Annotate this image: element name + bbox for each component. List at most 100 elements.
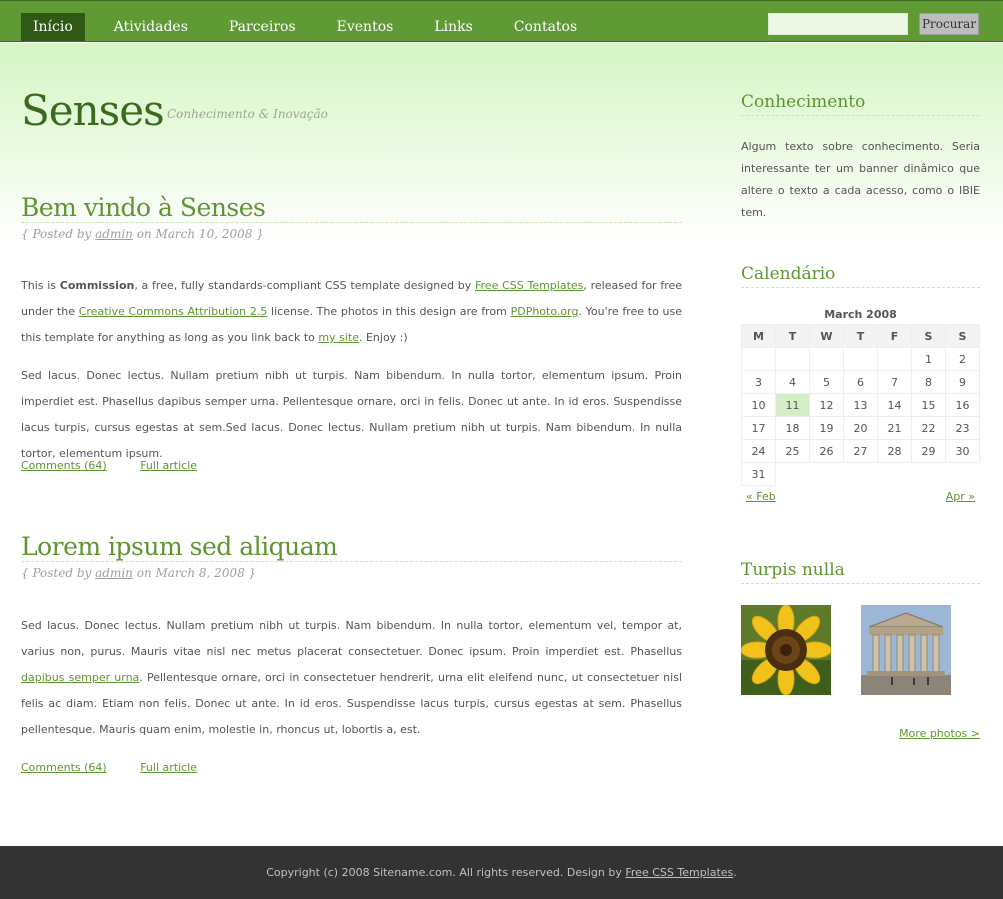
calendar-day: 6 — [843, 370, 878, 394]
calendar-table: MTWTFSS 1 2 3 4 5 6 7 8 9 10 11 12 13 14 15 16 17 18 19 20 2… — [741, 324, 980, 486]
calendar-day: 31 — [741, 462, 776, 486]
menu-item-atividades[interactable]: Atividades — [102, 13, 200, 41]
byline-date: on March 10, 2008 } — [132, 227, 264, 241]
calendar-day: 14 — [877, 393, 912, 417]
calendar-day-header: S — [945, 324, 980, 348]
calendar-day — [776, 463, 810, 486]
full-article-link[interactable]: Full article — [140, 761, 197, 774]
pdphoto-link[interactable]: PDPhoto.org — [511, 305, 579, 318]
full-article-link[interactable]: Full article — [140, 459, 197, 472]
search-button[interactable]: Procurar — [919, 13, 979, 35]
calendar-day — [877, 347, 912, 371]
calendar-day: 10 — [741, 393, 776, 417]
calendar-day: 16 — [945, 393, 980, 417]
footer-free-css-templates-link[interactable]: Free CSS Templates — [625, 866, 733, 879]
calendar-day: 11 — [775, 393, 810, 417]
search-input[interactable] — [768, 13, 908, 35]
post-links: Comments (64) Full article — [21, 459, 227, 472]
calendar-day-header: M — [741, 324, 776, 348]
calendar-day — [946, 463, 980, 486]
free-css-templates-link[interactable]: Free CSS Templates — [475, 279, 583, 292]
calendar-day: 15 — [911, 393, 946, 417]
conhecimento-text: Algum texto sobre conhecimento. Seria in… — [741, 140, 980, 219]
calendar-day: 13 — [843, 393, 878, 417]
calendar-day-header: T — [775, 324, 810, 348]
sidebar-heading-turpis-nulla: Turpis nulla — [741, 560, 980, 584]
byline-prefix: { Posted by — [21, 566, 96, 580]
post-byline: { Posted by admin on March 8, 2008 } — [21, 566, 682, 580]
calendar-week: 17 18 19 20 21 22 23 — [741, 416, 980, 440]
footer: Copyright (c) 2008 Sitename.com. All rig… — [0, 846, 1003, 899]
sidebar-heading-conhecimento: Conhecimento — [741, 92, 980, 116]
footer-end: . — [733, 866, 737, 879]
calendar-week: 31 — [741, 462, 980, 486]
calendar-day: 17 — [741, 416, 776, 440]
museum-photo[interactable] — [861, 605, 951, 695]
sunflower-photo[interactable] — [741, 605, 831, 695]
comments-link[interactable]: Comments (64) — [21, 761, 107, 774]
menu-item-parceiros[interactable]: Parceiros — [217, 13, 308, 41]
post-title[interactable]: Bem vindo à Senses — [21, 193, 682, 223]
calendar-day: 23 — [945, 416, 980, 440]
calendar-day — [810, 463, 844, 486]
menu-item-links[interactable]: Links — [422, 13, 484, 41]
calendar-day — [809, 347, 844, 371]
menu-item-contatos[interactable]: Contatos — [502, 13, 589, 41]
calendar-week: 10 11 12 13 14 15 16 — [741, 393, 980, 417]
menu-item-inicio[interactable]: Início — [21, 13, 85, 41]
dapibus-link[interactable]: dapibus semper urna — [21, 671, 139, 684]
post-entry: This is Commission, a free, fully standa… — [21, 273, 682, 467]
calendar-day: 3 — [741, 370, 776, 394]
calendar-day: 24 — [741, 439, 776, 463]
post-paragraph: Sed lacus. Donec lectus. Nullam pretium … — [21, 369, 682, 460]
site-logo-title[interactable]: Senses — [21, 86, 165, 135]
byline-date: on March 8, 2008 } — [132, 566, 257, 580]
calendar-next-link[interactable]: Apr » — [946, 490, 975, 503]
comments-link[interactable]: Comments (64) — [21, 459, 107, 472]
post-paragraph: This is Commission, a free, fully standa… — [21, 279, 683, 344]
post-paragraph: Sed lacus. Donec lectus. Nullam pretium … — [21, 619, 682, 736]
post: Bem vindo à Senses { Posted by admin on … — [21, 193, 682, 467]
calendar-week: 24 25 26 27 28 29 30 — [741, 439, 980, 463]
calendar-day: 18 — [775, 416, 810, 440]
calendar-day: 20 — [843, 416, 878, 440]
calendar-day — [912, 463, 946, 486]
calendar-day: 19 — [809, 416, 844, 440]
post-links: Comments (64) Full article — [21, 761, 227, 774]
post-title[interactable]: Lorem ipsum sed aliquam — [21, 532, 682, 562]
post: Lorem ipsum sed aliquam { Posted by admi… — [21, 532, 682, 743]
author-link[interactable]: admin — [95, 566, 133, 580]
calendar-caption: March 2008 — [824, 308, 897, 321]
calendar-day-header: T — [843, 324, 878, 348]
calendar-week: 12 — [741, 347, 980, 371]
footer-copyright: Copyright (c) 2008 Sitename.com. All rig… — [266, 866, 626, 879]
main-menu: Início Atividades Parceiros Eventos Link… — [21, 13, 606, 41]
calendar-day: 30 — [945, 439, 980, 463]
calendar-day-header: F — [877, 324, 912, 348]
calendar-day: 1 — [911, 347, 946, 371]
calendar-day: 12 — [809, 393, 844, 417]
calendar-day: 5 — [809, 370, 844, 394]
calendar-day: 27 — [843, 439, 878, 463]
more-photos-link[interactable]: More photos > — [899, 727, 980, 740]
calendar-day — [878, 463, 912, 486]
calendar-day: 2 — [945, 347, 980, 371]
calendar-prev-link[interactable]: « Feb — [746, 490, 776, 503]
calendar: March 2008 MTWTFSS 1 2 3 4 5 6 7 8 9 10 11 12 13 14 15… — [741, 306, 980, 506]
calendar-day — [843, 347, 878, 371]
creative-commons-link[interactable]: Creative Commons Attribution 2.5 — [79, 305, 268, 318]
calendar-day: 8 — [911, 370, 946, 394]
post-entry: Sed lacus. Donec lectus. Nullam pretium … — [21, 613, 682, 743]
calendar-day: 26 — [809, 439, 844, 463]
calendar-day-header: S — [911, 324, 946, 348]
author-link[interactable]: admin — [95, 227, 133, 241]
calendar-week: 3456789 — [741, 370, 980, 394]
my-site-link[interactable]: my site — [318, 331, 359, 344]
menu-item-eventos[interactable]: Eventos — [325, 13, 406, 41]
calendar-day: 9 — [945, 370, 980, 394]
calendar-day: 28 — [877, 439, 912, 463]
calendar-nav: « Feb Apr » — [741, 486, 980, 506]
calendar-day: 7 — [877, 370, 912, 394]
calendar-day: 22 — [911, 416, 946, 440]
calendar-day — [741, 347, 776, 371]
